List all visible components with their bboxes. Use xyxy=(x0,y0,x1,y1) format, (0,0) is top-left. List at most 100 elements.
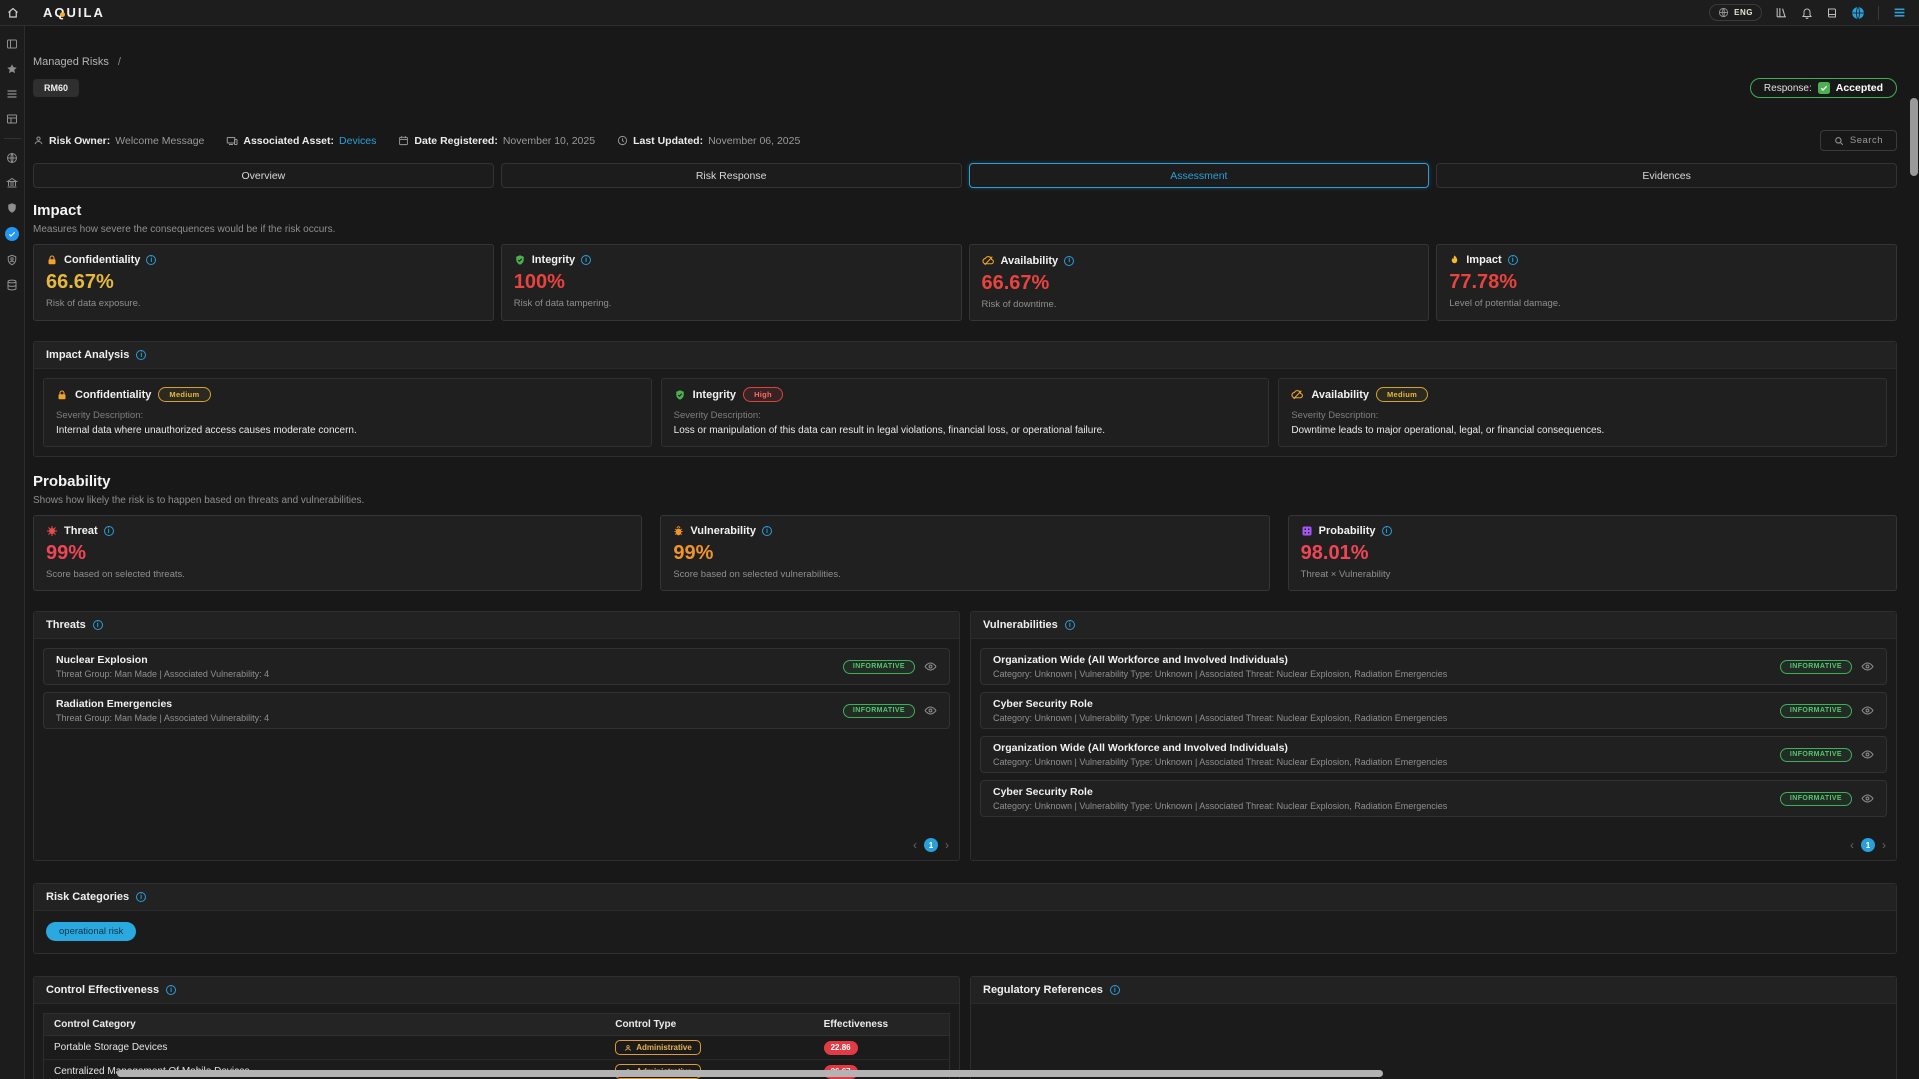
eye-icon[interactable] xyxy=(1861,704,1874,717)
column-header: Control Type xyxy=(605,1014,813,1036)
vertical-scrollbar-thumb[interactable] xyxy=(1910,98,1918,176)
tab-overview[interactable]: Overview xyxy=(33,163,494,188)
info-icon[interactable] xyxy=(146,255,156,265)
check-square-icon xyxy=(1818,82,1830,94)
person-icon xyxy=(33,135,44,146)
eye-icon[interactable] xyxy=(924,704,937,717)
bell-icon[interactable] xyxy=(1801,7,1813,19)
list-menu-icon[interactable] xyxy=(6,88,18,100)
threat-item-title: Nuclear Explosion xyxy=(56,654,269,666)
search-button[interactable]: Search xyxy=(1820,130,1897,151)
vulnerability-item-subtitle: Category: Unknown | Vulnerability Type: … xyxy=(993,757,1447,767)
bottom-panels-row: Control Effectiveness Control Category C… xyxy=(33,976,1897,1079)
info-icon[interactable] xyxy=(1508,255,1518,265)
vulnerability-item-subtitle: Category: Unknown | Vulnerability Type: … xyxy=(993,713,1447,723)
integrity-value: 100% xyxy=(514,271,949,294)
cloud-icon xyxy=(1291,388,1304,401)
control-type-badge: Administrative xyxy=(615,1040,701,1055)
info-icon[interactable] xyxy=(1110,985,1120,995)
card-desc: Risk of data exposure. xyxy=(46,298,481,309)
impact-card: Impact 77.78% Level of potential damage. xyxy=(1436,244,1897,321)
breadcrumb-link[interactable]: Managed Risks xyxy=(33,56,109,68)
check-circle-icon-active[interactable] xyxy=(5,227,19,241)
threats-pagination: ‹ 1 › xyxy=(34,833,959,860)
vulnerability-list-item[interactable]: Cyber Security Role Category: Unknown | … xyxy=(980,780,1887,817)
card-desc: Risk of data tampering. xyxy=(514,298,949,309)
info-icon[interactable] xyxy=(581,255,591,265)
impact-analysis-panel: Impact Analysis Confidentiality Medium S… xyxy=(33,341,1897,457)
eye-icon[interactable] xyxy=(1861,792,1874,805)
page-number[interactable]: 1 xyxy=(1861,838,1875,852)
info-icon[interactable] xyxy=(136,892,146,902)
eye-icon[interactable] xyxy=(924,660,937,673)
threat-list-item[interactable]: Nuclear Explosion Threat Group: Man Made… xyxy=(43,648,950,685)
bank-icon[interactable] xyxy=(6,177,18,189)
info-icon[interactable] xyxy=(762,526,772,536)
meta-value: November 10, 2025 xyxy=(503,135,595,147)
analysis-confidentiality-card: Confidentiality Medium Severity Descript… xyxy=(43,378,652,447)
vulnerability-list-item[interactable]: Cyber Security Role Category: Unknown | … xyxy=(980,692,1887,729)
analysis-title: Confidentiality xyxy=(75,389,151,401)
risk-meta-row: Risk Owner: Welcome Message Associated A… xyxy=(33,130,1897,151)
table-view-icon[interactable] xyxy=(6,113,18,125)
world-sphere-icon[interactable] xyxy=(1851,6,1865,20)
asset-link[interactable]: Devices xyxy=(339,135,376,147)
shield-icon[interactable] xyxy=(6,202,18,214)
availability-value: 66.67% xyxy=(982,272,1417,295)
severity-desc-label: Severity Description: xyxy=(56,410,639,421)
user-shield-icon[interactable] xyxy=(6,254,18,266)
menu-icon[interactable] xyxy=(1892,6,1907,19)
lock-icon xyxy=(46,254,58,266)
threat-item-subtitle: Threat Group: Man Made | Associated Vuln… xyxy=(56,713,269,723)
severity-badge: High xyxy=(743,387,783,402)
vulnerability-item-title: Cyber Security Role xyxy=(993,698,1447,710)
next-page-icon[interactable]: › xyxy=(945,839,949,851)
database-icon[interactable] xyxy=(6,279,18,291)
eye-icon[interactable] xyxy=(1861,748,1874,761)
column-header: Effectiveness xyxy=(814,1014,950,1036)
tab-risk-response[interactable]: Risk Response xyxy=(501,163,962,188)
risk-category-chip[interactable]: operational risk xyxy=(46,922,136,941)
threat-list-item[interactable]: Radiation Emergencies Threat Group: Man … xyxy=(43,692,950,729)
tab-assessment[interactable]: Assessment xyxy=(969,163,1430,188)
table-row[interactable]: Portable Storage Devices Administrative … xyxy=(44,1036,950,1060)
analysis-integrity-card: Integrity High Severity Description: Los… xyxy=(661,378,1270,447)
eye-icon[interactable] xyxy=(1861,660,1874,673)
library-icon[interactable] xyxy=(1775,6,1788,19)
navbar-divider xyxy=(1878,6,1879,20)
informative-badge: INFORMATIVE xyxy=(843,660,915,674)
vulnerability-list-item[interactable]: Organization Wide (All Workforce and Inv… xyxy=(980,648,1887,685)
star-icon[interactable] xyxy=(6,63,18,75)
web-globe-icon[interactable] xyxy=(6,152,18,164)
info-icon[interactable] xyxy=(93,620,103,630)
impact-analysis-title: Impact Analysis xyxy=(46,349,129,361)
brand-logo: AQUILA xyxy=(43,5,105,20)
integrity-card: Integrity 100% Risk of data tampering. xyxy=(501,244,962,321)
book-icon[interactable] xyxy=(1826,7,1838,19)
home-icon[interactable] xyxy=(0,7,25,19)
vulnerability-list-item[interactable]: Organization Wide (All Workforce and Inv… xyxy=(980,736,1887,773)
threats-vulnerabilities-row: Threats Nuclear Explosion Threat Group: … xyxy=(33,611,1897,861)
calendar-icon xyxy=(398,135,409,146)
horizontal-scrollbar-thumb[interactable] xyxy=(117,1070,1383,1077)
vulnerability-card: Vulnerability 99% Score based on selecte… xyxy=(660,515,1269,591)
info-icon[interactable] xyxy=(1064,256,1074,266)
risk-categories-panel: Risk Categories operational risk xyxy=(33,883,1897,954)
panel-toggle-icon[interactable] xyxy=(6,38,18,50)
card-title: Probability xyxy=(1319,525,1376,537)
tab-evidences[interactable]: Evidences xyxy=(1436,163,1897,188)
next-page-icon[interactable]: › xyxy=(1882,839,1886,851)
language-selector[interactable]: ENG xyxy=(1709,4,1762,21)
info-icon[interactable] xyxy=(104,526,114,536)
meta-label: Date Registered: xyxy=(414,135,497,147)
prev-page-icon[interactable]: ‹ xyxy=(1850,839,1854,851)
info-icon[interactable] xyxy=(1382,526,1392,536)
info-icon[interactable] xyxy=(1065,620,1075,630)
info-icon[interactable] xyxy=(136,350,146,360)
prev-page-icon[interactable]: ‹ xyxy=(913,839,917,851)
page-number[interactable]: 1 xyxy=(924,838,938,852)
card-title: Confidentiality xyxy=(64,254,140,266)
response-status-pill[interactable]: Response: Accepted xyxy=(1750,78,1897,98)
probability-value: 98.01% xyxy=(1301,542,1884,565)
info-icon[interactable] xyxy=(166,985,176,995)
